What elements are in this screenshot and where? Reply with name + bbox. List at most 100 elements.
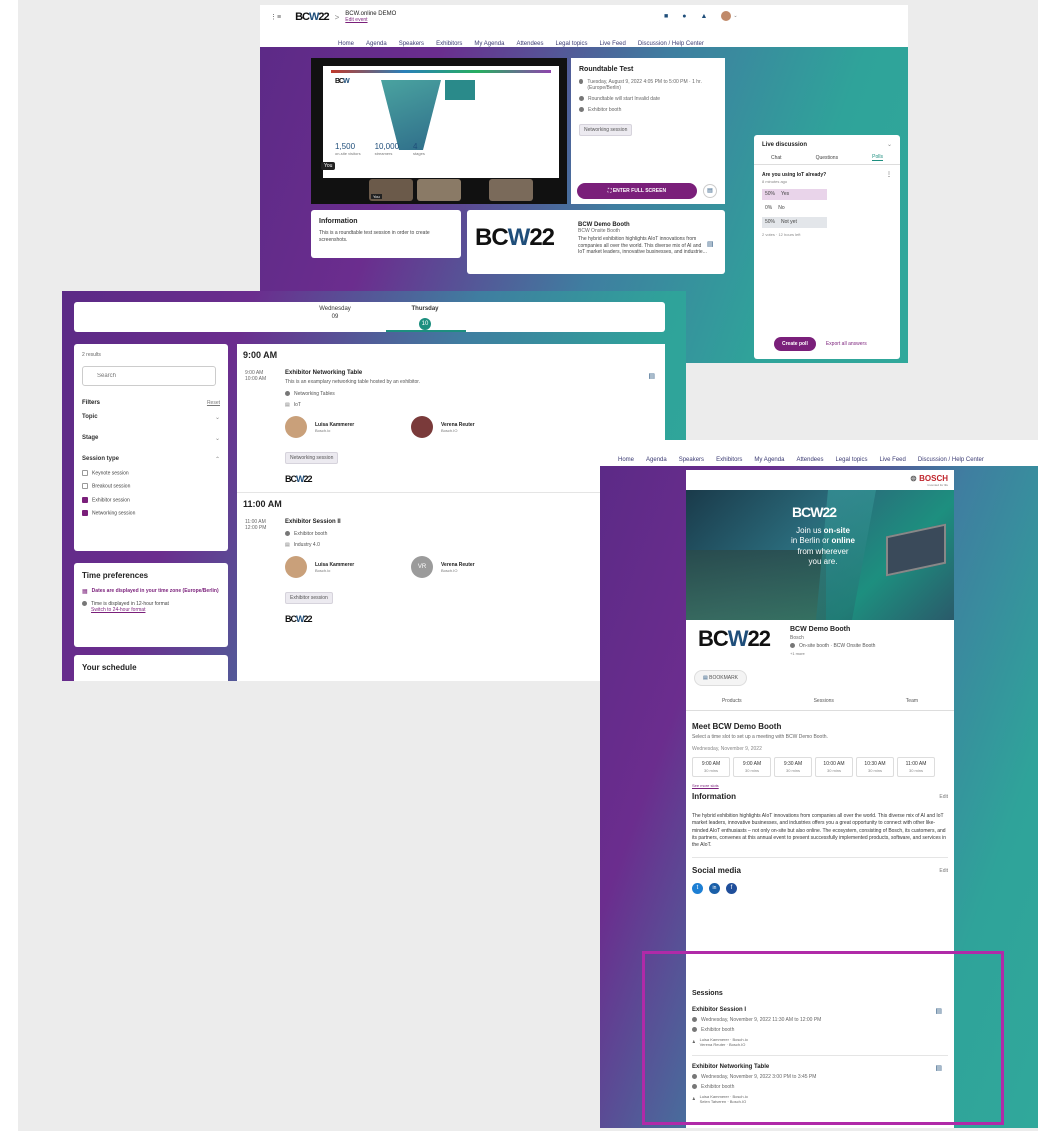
create-poll-button[interactable]: Create poll [774, 337, 816, 351]
see-more-slots-link[interactable]: See more slots [692, 783, 948, 788]
nav-item[interactable]: Agenda [366, 41, 387, 47]
user-avatar[interactable] [721, 11, 732, 21]
booth-tab[interactable]: Products [722, 698, 742, 704]
more-icon[interactable]: ⋮ [886, 171, 892, 178]
booth-more[interactable]: +1 more [790, 651, 875, 656]
bookmark-icon[interactable]: ▤ [648, 372, 655, 380]
bcw-logo[interactable]: BCW22 [295, 11, 330, 23]
nav-item[interactable]: Attendees [516, 41, 543, 47]
slot-duration: 30 mins [744, 768, 759, 773]
speaker[interactable]: VR Verena Reuter Bosch.IO [411, 556, 537, 578]
meeting-slot-button[interactable]: 10:30 AM 30 mins [856, 757, 894, 777]
poll-option[interactable]: 0% No [762, 203, 892, 214]
meeting-slot-button[interactable]: 10:00 AM 30 mins [815, 757, 853, 777]
nav-item[interactable]: Agenda [646, 457, 667, 463]
agenda-item[interactable]: 9:00 AM 10:00 AM Exhibitor Networking Tabl… [245, 370, 657, 484]
nav-item[interactable]: Home [338, 41, 354, 47]
nav-item[interactable]: Exhibitors [436, 41, 462, 47]
results-count: 2 results [82, 352, 101, 358]
bosch-tagline: Invented for life [927, 483, 948, 487]
nav-item[interactable]: Exhibitors [716, 457, 742, 463]
filter-group[interactable]: Stage ⌄ [82, 435, 220, 442]
bookmark-icon[interactable]: ▤ [707, 240, 714, 248]
bookmark-button[interactable]: ▤ BOOKMARK [694, 670, 748, 686]
reset-link[interactable]: Reset [207, 400, 220, 406]
banner-line1-bold: on-site [823, 526, 850, 535]
nav-item[interactable]: My Agenda [474, 41, 504, 47]
chevron-up-icon: ⌃ [214, 457, 220, 463]
live-tab[interactable]: Questions [816, 155, 839, 161]
poll-age: 8 minutes ago [762, 179, 788, 184]
edit-event-link[interactable]: Edit event [345, 17, 396, 23]
slot-time: 9:30 AM [783, 761, 803, 767]
search-input[interactable] [82, 366, 216, 386]
session-type-checkbox[interactable]: Keynote session [82, 470, 220, 476]
bookmark-icon[interactable]: ▤ [703, 184, 717, 198]
live-tab[interactable]: Chat [771, 155, 782, 161]
booth-card[interactable]: BCW22 BCW Demo Booth BCW Onsite Booth Th… [467, 210, 725, 274]
nav-item[interactable]: My Agenda [754, 457, 784, 463]
day-tab-thursday[interactable]: Thursday 10 [400, 306, 450, 330]
nav-item[interactable]: Live Feed [880, 457, 906, 463]
nav-item[interactable]: Home [618, 457, 634, 463]
banner-line4: you are. [808, 557, 838, 567]
poll-option[interactable]: 50% Yes [762, 189, 892, 200]
chevron-down-icon[interactable]: ⌄ [733, 13, 737, 19]
collapse-icon[interactable]: ⌄ [887, 141, 892, 148]
bookmark-label: BOOKMARK [709, 675, 739, 681]
session-type-checkbox[interactable]: Exhibitor session [82, 496, 220, 503]
speaker[interactable]: Luisa Kammerer Bosch.io [285, 556, 411, 578]
banner-line2: in Berlin or [790, 536, 832, 546]
banner-line2-bold: online [831, 536, 856, 546]
enter-fullscreen-button[interactable]: ⛶ ENTER FULL SCREEN [577, 183, 697, 199]
facebook-icon[interactable]: f [726, 883, 737, 895]
stat-label: on-site visitors [335, 151, 361, 156]
participant-video[interactable] [417, 179, 461, 201]
linkedin-icon[interactable]: in [709, 883, 720, 895]
switch-format-link[interactable]: Switch to 24-hour format [91, 607, 169, 613]
nav-item[interactable]: Live Feed [600, 41, 626, 47]
filter-group[interactable]: Session type ⌃ [82, 456, 220, 463]
meeting-slot-button[interactable]: 9:00 AM 30 mins [692, 757, 730, 777]
participant-video[interactable] [489, 179, 533, 201]
store-icon[interactable]: ■ [664, 13, 668, 20]
live-tab[interactable]: Polls [872, 154, 883, 161]
bell-icon[interactable]: ▲ [700, 13, 707, 20]
meeting-slot-button[interactable]: 9:30 AM 30 mins [774, 757, 812, 777]
day-tab-wednesday[interactable]: Wednesday 09 [310, 306, 360, 320]
booth-tab[interactable]: Sessions [814, 698, 834, 704]
nav-item[interactable]: Speakers [399, 41, 424, 47]
session-details-card: Roundtable Test Tuesday, August 9, 2022 … [571, 58, 725, 204]
nav-item[interactable]: Speakers [679, 457, 704, 463]
nav-item[interactable]: Legal topics [835, 457, 867, 463]
participant-video[interactable]: You [369, 179, 413, 201]
menu-icon[interactable]: ⋮≡ [270, 13, 281, 21]
track-icon: ▤ [285, 402, 290, 408]
nav-item[interactable]: Legal topics [555, 41, 587, 47]
nav-item[interactable]: Attendees [796, 457, 823, 463]
poll-option[interactable]: 50% Not yet [762, 217, 892, 228]
edit-social-link[interactable]: Edit [939, 868, 948, 874]
chat-icon[interactable]: ● [682, 13, 686, 20]
end-time: 12:00 PM [245, 525, 267, 531]
day-selector: Wednesday 09 Thursday 10 [74, 302, 665, 332]
checkbox-icon [82, 483, 88, 490]
filter-group[interactable]: Topic ⌄ [82, 414, 220, 421]
agenda-item-description: This is an examplary networking table ho… [285, 379, 421, 385]
session-type-checkbox[interactable]: Networking session [82, 509, 220, 516]
speaker[interactable]: Luisa Kammerer Bosch.io [285, 416, 411, 438]
speaker[interactable]: Verena Reuter Bosch.IO [411, 416, 537, 438]
agenda-item[interactable]: 11:00 AM 12:00 PM Exhibitor Session II Exhi… [245, 519, 657, 624]
booth-tab[interactable]: Team [906, 698, 918, 704]
poll-option-pct: 50% [765, 191, 776, 197]
edit-information-link[interactable]: Edit [939, 794, 948, 800]
session-type-checkbox[interactable]: Breakout session [82, 483, 220, 490]
export-answers-link[interactable]: Export all answers [826, 341, 867, 347]
twitter-icon[interactable]: t [692, 883, 703, 895]
meeting-slot-button[interactable]: 11:00 AM 30 mins [897, 757, 935, 777]
poll-option-label: Not yet [781, 219, 797, 225]
meeting-slot-button[interactable]: 9:00 AM 30 mins [733, 757, 771, 777]
nav-item[interactable]: Discussion / Help Center [638, 41, 704, 47]
poll-question: Are you using IoT already? [762, 171, 827, 178]
nav-item[interactable]: Discussion / Help Center [918, 457, 984, 463]
